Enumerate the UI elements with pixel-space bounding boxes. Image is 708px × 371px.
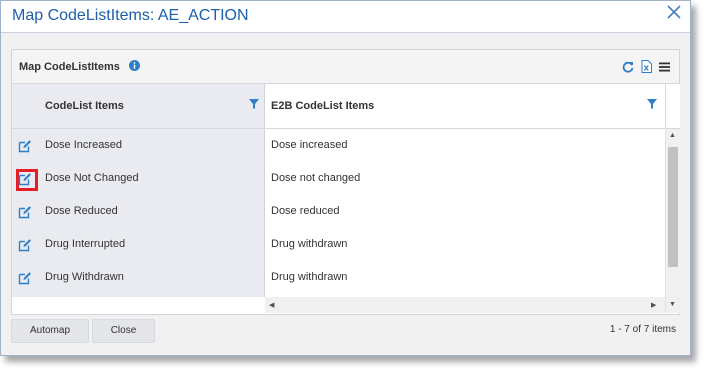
table-row[interactable]: Dose Reduced Dose reduced [12,195,665,228]
scroll-up-icon[interactable]: ▲ [669,132,676,139]
table-row[interactable]: Drug Interrupted Drug withdrawn [12,228,665,261]
vertical-scrollbar[interactable]: ▲ ▼ [665,129,680,313]
codelist-item-cell: Dose Not Changed [45,172,139,184]
automap-button[interactable]: Automap [11,319,89,343]
column-header-codelist-items[interactable]: CodeList Items [12,84,265,128]
edit-icon[interactable] [18,271,32,285]
dialog-title: Map CodeListItems: AE_ACTION [12,7,249,24]
panel-toolbar [622,60,670,76]
column-header-e2b-codelist-items[interactable]: E2B CodeList Items [265,84,665,128]
panel-title: Map CodeListItems [19,61,120,73]
e2b-item-cell: Dose reduced [271,205,340,217]
grid-header: CodeList Items E2B CodeList Items [12,84,665,129]
table-row[interactable]: Dose Not Changed Dose not changed [12,162,665,195]
filter-icon[interactable] [647,99,657,112]
panel-header: Map CodeListItems [12,50,679,84]
column-label: CodeList Items [45,100,124,112]
edit-icon[interactable] [18,139,32,153]
e2b-item-cell: Drug withdrawn [271,271,348,283]
scrollbar-header-spacer [665,84,680,129]
vertical-scrollbar-thumb[interactable] [668,147,678,267]
locked-column-footer-spacer [12,297,265,313]
dialog-titlebar: Map CodeListItems: AE_ACTION [1,1,690,33]
refresh-icon[interactable] [622,61,634,76]
menu-icon[interactable] [659,62,670,75]
horizontal-scrollbar[interactable]: ◀ ▶ [265,297,665,313]
table-row[interactable]: Drug Withdrawn Drug withdrawn [12,261,665,294]
table-row[interactable]: Dose Increased Dose increased [12,129,665,162]
edit-icon[interactable] [16,169,38,191]
edit-icon[interactable] [18,205,32,219]
excel-export-icon[interactable] [641,60,652,76]
e2b-item-cell: Drug withdrawn [271,238,348,250]
close-button[interactable]: Close [92,319,155,343]
scroll-right-icon[interactable]: ▶ [651,301,656,309]
codelist-item-cell: Dose Reduced [45,205,118,217]
codelist-item-cell: Dose Increased [45,139,123,151]
column-label: E2B CodeList Items [271,100,375,112]
item-count: 1 - 7 of 7 items [609,324,676,335]
scroll-left-icon[interactable]: ◀ [269,301,274,309]
grid-body: Dose Increased Dose increased Dose Not C… [12,129,665,297]
edit-icon[interactable] [18,238,32,252]
e2b-item-cell: Dose increased [271,139,348,151]
codelist-item-cell: Drug Interrupted [45,238,126,250]
e2b-item-cell: Dose not changed [271,172,361,184]
close-icon[interactable] [665,5,683,23]
map-codelistitems-panel: Map CodeListItems CodeList Items E2B Cod… [11,49,680,315]
map-codelistitems-dialog: Map CodeListItems: AE_ACTION Map CodeLis… [0,0,691,356]
scroll-down-icon[interactable]: ▼ [669,301,676,308]
filter-icon[interactable] [249,99,259,112]
info-icon[interactable] [129,60,140,74]
codelist-item-cell: Drug Withdrawn [45,271,124,283]
